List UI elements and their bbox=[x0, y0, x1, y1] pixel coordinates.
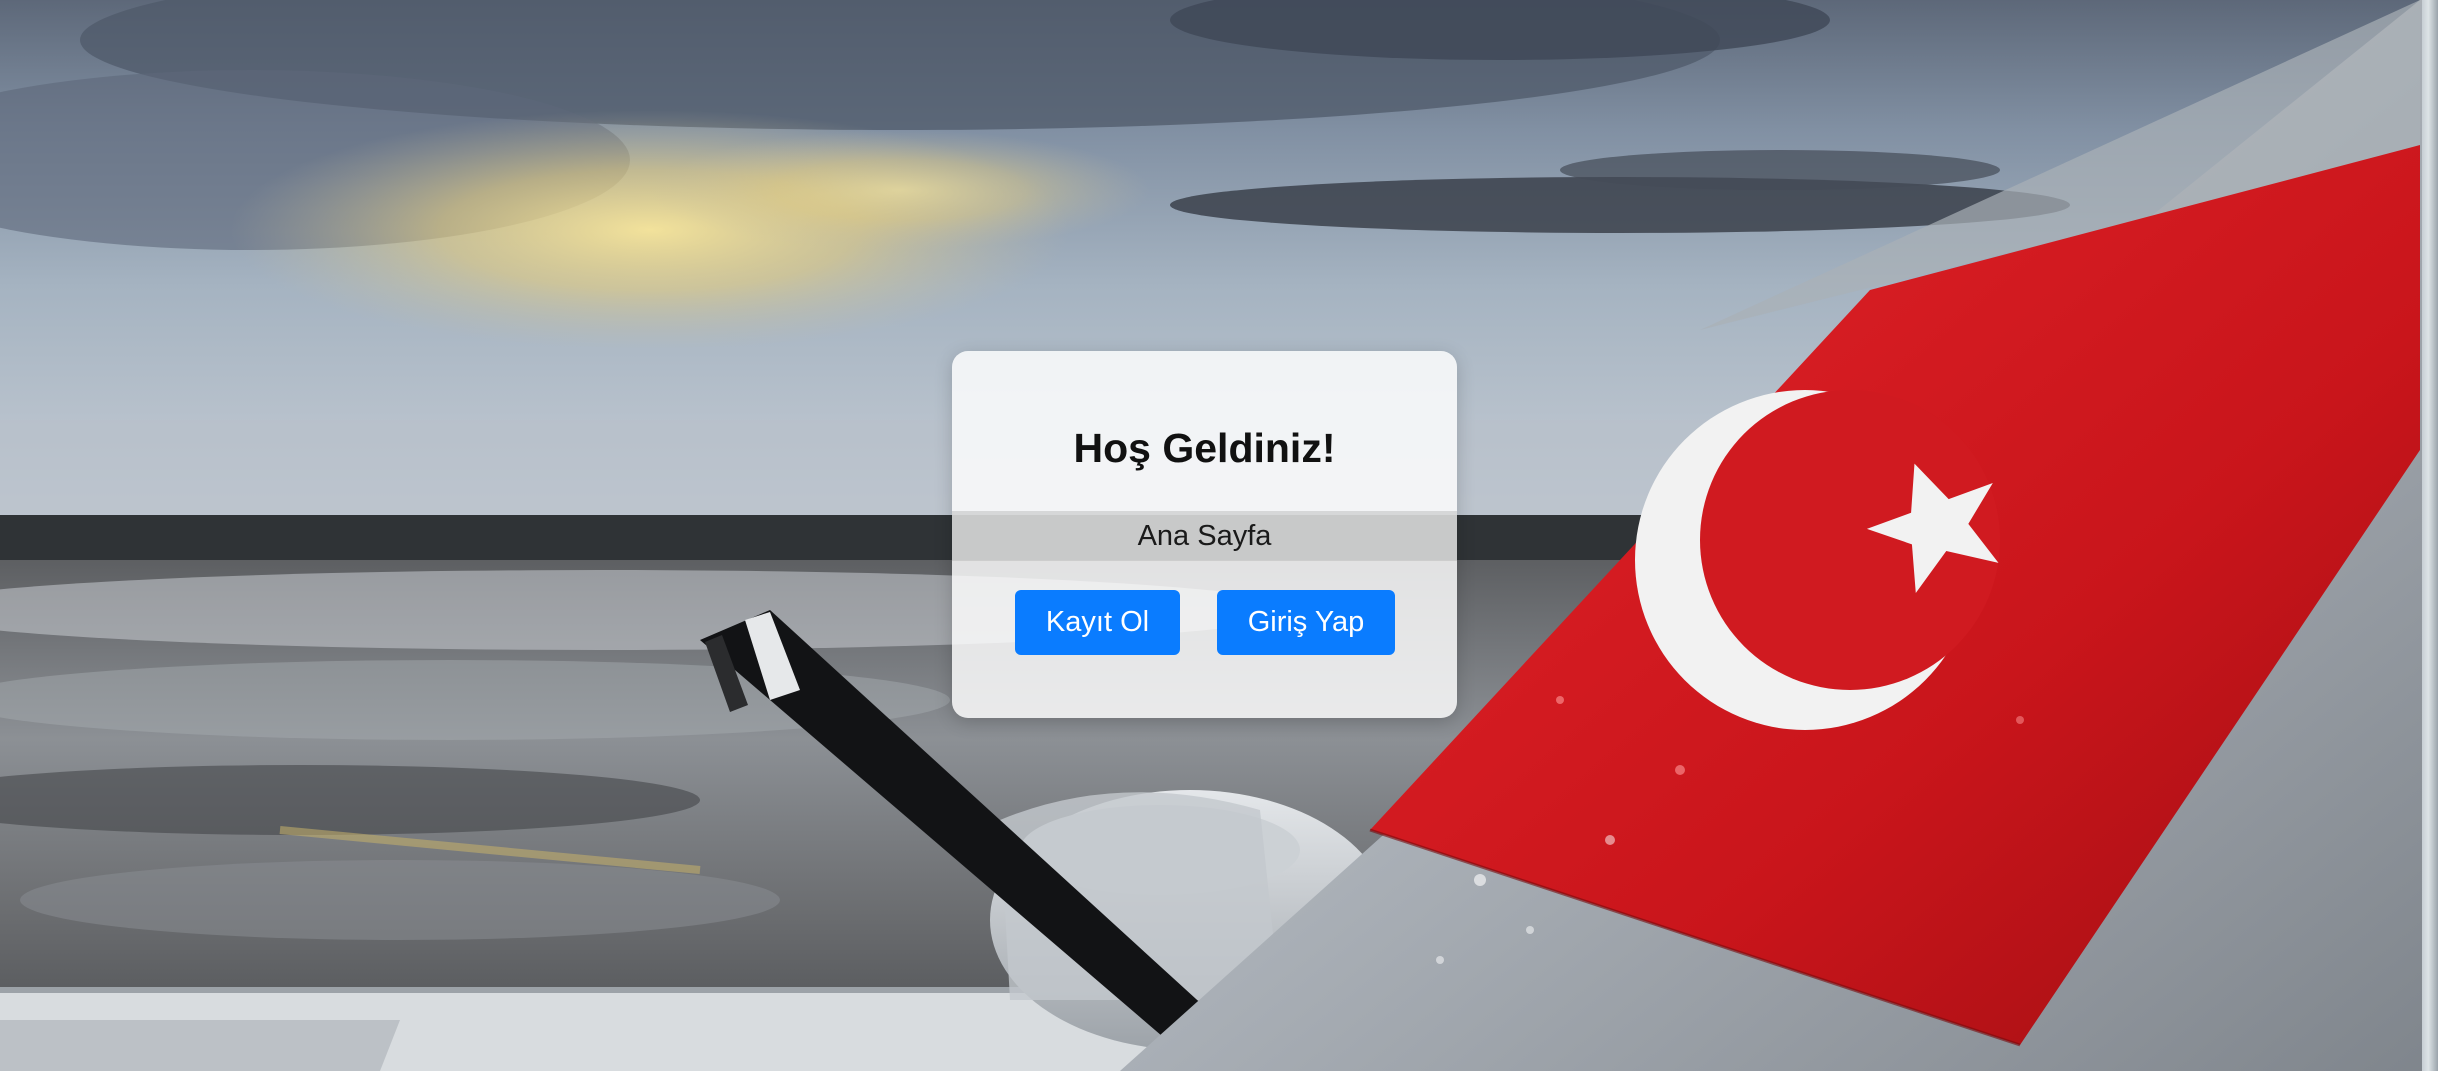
window-edge bbox=[2422, 0, 2438, 1071]
welcome-title: Hoş Geldiniz! bbox=[1073, 425, 1336, 471]
register-button[interactable]: Kayıt Ol bbox=[1015, 590, 1180, 655]
home-page-label: Ana Sayfa bbox=[952, 511, 1457, 561]
login-button[interactable]: Giriş Yap bbox=[1217, 590, 1395, 655]
welcome-card: Hoş Geldiniz! Ana Sayfa Kayıt Ol Giriş Y… bbox=[952, 351, 1457, 718]
